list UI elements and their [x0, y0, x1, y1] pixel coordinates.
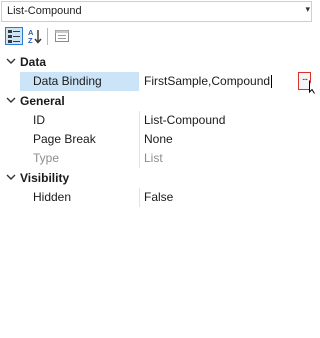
- categorized-button[interactable]: [5, 27, 23, 45]
- property-grid-toolbar: A Z: [0, 22, 313, 52]
- category-data[interactable]: Data: [0, 53, 313, 72]
- property-name: Type: [33, 151, 60, 166]
- property-row-hidden[interactable]: Hidden False: [0, 188, 313, 208]
- text-caret: [271, 75, 272, 89]
- chevron-down-icon[interactable]: [5, 94, 17, 106]
- property-row-page-break[interactable]: Page Break None: [0, 130, 313, 150]
- property-value: FirstSample,Compound: [144, 74, 271, 89]
- column-divider: [139, 110, 140, 130]
- toolbar-separator: [47, 28, 48, 45]
- property-name: Data Binding: [33, 74, 102, 89]
- column-divider: [139, 130, 140, 150]
- column-divider: [139, 188, 140, 208]
- property-value[interactable]: False: [144, 190, 173, 204]
- property-row-type: Type List: [0, 149, 313, 169]
- category-label: Data: [20, 55, 47, 69]
- property-name: Page Break: [33, 132, 96, 147]
- chevron-down-icon[interactable]: [5, 55, 17, 67]
- property-value[interactable]: List-Compound: [144, 113, 225, 127]
- property-grid: Data Data Binding FirstSample,Compound .…: [0, 53, 315, 208]
- category-label: General: [20, 93, 65, 108]
- svg-text:Z: Z: [28, 36, 33, 45]
- column-divider: [139, 149, 140, 169]
- data-binding-input[interactable]: FirstSample,Compound: [140, 72, 298, 92]
- category-label: Visibility: [20, 170, 70, 185]
- chevron-down-icon: ▾: [305, 4, 310, 14]
- property-row-data-binding[interactable]: Data Binding FirstSample,Compound ...: [0, 72, 315, 95]
- property-row-id[interactable]: ID List-Compound: [0, 110, 313, 130]
- property-value: List: [144, 151, 163, 166]
- categorized-icon: [8, 30, 20, 43]
- category-visibility[interactable]: Visibility: [0, 169, 313, 188]
- object-selector-value: List-Compound: [7, 5, 82, 17]
- ellipsis-label: ...: [301, 72, 308, 84]
- property-name: Hidden: [33, 190, 72, 205]
- sort-alphabetical-icon: A Z: [28, 28, 42, 45]
- property-pages-icon: [55, 30, 69, 42]
- object-selector-dropdown[interactable]: List-Compound ▾: [1, 1, 312, 22]
- sort-alphabetical-button[interactable]: A Z: [27, 27, 45, 45]
- property-value[interactable]: None: [144, 132, 173, 146]
- property-pages-button[interactable]: [53, 27, 71, 45]
- category-general[interactable]: General: [0, 92, 313, 111]
- property-name: ID: [33, 112, 45, 127]
- chevron-down-icon[interactable]: [5, 171, 17, 183]
